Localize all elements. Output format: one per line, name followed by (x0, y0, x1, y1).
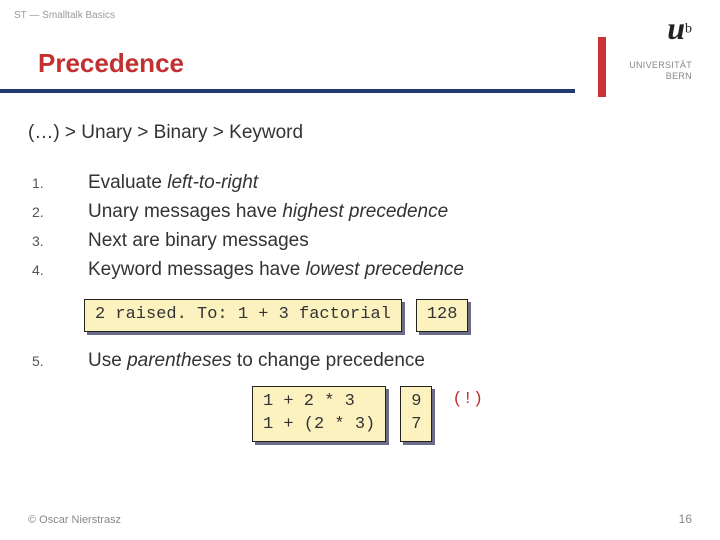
list-item: 5. Use parentheses to change precedence (32, 350, 692, 372)
list-item: 3. Next are binary messages (32, 230, 692, 252)
code-expression: 1 + 2 * 3 1 + (2 * 3) (252, 386, 386, 442)
list-number: 4. (32, 262, 88, 278)
list-text: Keyword messages have lowest precedence (88, 259, 464, 281)
university-logo: ub UNIVERSITÄT BERN (629, 12, 692, 82)
logo-text: UNIVERSITÄT BERN (629, 60, 692, 82)
list-text: Use parentheses to change precedence (88, 350, 425, 372)
breadcrumb: ST — Smalltalk Basics (14, 10, 115, 21)
list-number: 3. (32, 233, 88, 249)
code-result: 9 7 (400, 386, 432, 442)
precedence-rule: (…) > Unary > Binary > Keyword (28, 122, 692, 144)
page-number: 16 (679, 512, 692, 526)
warning-marker: (!) (446, 386, 483, 409)
copyright: © Oscar Nierstrasz (28, 514, 121, 526)
code-expression: 2 raised. To: 1 + 3 factorial (84, 299, 402, 332)
list-number: 1. (32, 175, 88, 191)
code-result: 128 (416, 299, 469, 332)
list-item: 2. Unary messages have highest precedenc… (32, 201, 692, 223)
code-example-2: 1 + 2 * 3 1 + (2 * 3) 9 7 (!) (252, 386, 692, 442)
logo-line1: UNIVERSITÄT (629, 60, 692, 70)
logo-accent (598, 37, 606, 97)
list-number: 5. (32, 353, 88, 369)
page-title: Precedence (38, 48, 575, 79)
code-example-1: 2 raised. To: 1 + 3 factorial 128 (84, 299, 692, 332)
list-text: Unary messages have highest precedence (88, 201, 448, 223)
list-text: Evaluate left-to-right (88, 172, 258, 194)
list-item: 1. Evaluate left-to-right (32, 172, 692, 194)
list-text: Next are binary messages (88, 230, 309, 252)
points-list-continued: 5. Use parentheses to change precedence (32, 350, 692, 372)
list-item: 4. Keyword messages have lowest preceden… (32, 259, 692, 281)
logo-u-glyph: u (667, 12, 685, 44)
points-list: 1. Evaluate left-to-right 2. Unary messa… (32, 172, 692, 281)
list-number: 2. (32, 204, 88, 220)
logo-line2: BERN (666, 71, 692, 81)
title-bar: Precedence (0, 40, 575, 93)
content: (…) > Unary > Binary > Keyword 1. Evalua… (28, 122, 692, 442)
logo-b-glyph: b (685, 22, 692, 37)
